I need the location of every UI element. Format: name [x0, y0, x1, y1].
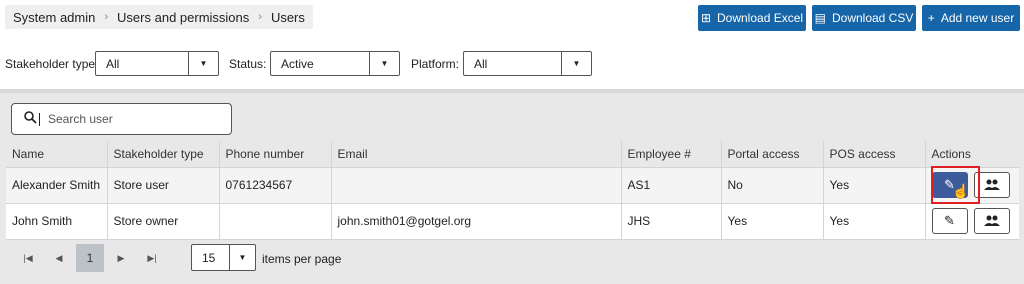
platform-value: All	[474, 56, 488, 71]
chevron-down-icon[interactable]: ▼	[188, 52, 218, 75]
stakeholder-type-value: All	[106, 56, 120, 71]
breadcrumb: System admin › Users and permissions › U…	[5, 5, 313, 29]
chevron-down-icon[interactable]: ▼	[561, 52, 591, 75]
status-select[interactable]: Active ▼	[270, 51, 400, 76]
hand-cursor-icon: ☝	[952, 183, 970, 199]
column-header-portal[interactable]: Portal access	[721, 141, 824, 167]
user-roles-button[interactable]	[973, 208, 1010, 234]
breadcrumb-system-admin[interactable]: System admin	[13, 10, 95, 25]
download-csv-button[interactable]: ▤ Download CSV	[812, 5, 916, 31]
platform-select[interactable]: All ▼	[463, 51, 592, 76]
cell-portal: Yes	[721, 202, 824, 240]
chevron-down-icon[interactable]: ▼	[229, 245, 255, 270]
add-user-button[interactable]: + Add new user	[922, 5, 1020, 31]
chevron-down-icon[interactable]: ▼	[369, 52, 399, 75]
pencil-icon: ✎	[944, 213, 955, 228]
platform-label: Platform:	[411, 57, 460, 71]
stakeholder-type-label: Stakeholder type:	[5, 57, 99, 71]
cell-name: Alexander Smith	[6, 166, 108, 203]
column-header-phone[interactable]: Phone number	[219, 141, 332, 167]
previous-page-icon[interactable]: ◀	[45, 244, 73, 272]
cell-phone	[219, 202, 332, 240]
cell-email	[331, 166, 622, 203]
people-icon	[983, 215, 1000, 226]
add-user-label: Add new user	[940, 11, 1015, 25]
cell-pos: Yes	[823, 202, 926, 240]
grid-icon: ⊞	[700, 11, 711, 25]
status-label: Status:	[229, 57, 267, 71]
cell-stakeholder: Store user	[107, 166, 220, 203]
breadcrumb-users-permissions[interactable]: Users and permissions	[117, 10, 249, 25]
cell-actions: ✎	[925, 166, 1019, 203]
cell-email: john.smith01@gotgel.org	[331, 202, 622, 240]
column-header-stakeholder[interactable]: Stakeholder type	[107, 141, 220, 167]
items-per-page-select[interactable]: 15 ▼	[191, 244, 256, 271]
stakeholder-type-select[interactable]: All ▼	[95, 51, 219, 76]
column-header-pos[interactable]: POS access	[823, 141, 926, 167]
status-value: Active	[281, 56, 314, 71]
items-per-page-value: 15	[202, 250, 216, 265]
cell-employee: AS1	[621, 166, 722, 203]
column-header-name[interactable]: Name	[6, 141, 108, 167]
next-page-icon[interactable]: ▶	[107, 244, 135, 272]
column-header-actions: Actions	[925, 141, 1019, 167]
table-row[interactable]: John Smith Store owner john.smith01@gotg…	[6, 202, 1019, 240]
last-page-icon[interactable]: ▶|	[138, 244, 166, 272]
text-caret	[39, 112, 40, 126]
user-roles-button[interactable]	[973, 172, 1010, 198]
cell-phone: 0761234567	[219, 166, 332, 203]
chevron-right-icon: ›	[104, 11, 109, 23]
cell-employee: JHS	[621, 202, 722, 240]
cell-portal: No	[721, 166, 824, 203]
plus-icon: +	[927, 11, 935, 25]
table-header-row: Name Stakeholder type Phone number Email…	[6, 141, 1019, 167]
cell-actions: ✎	[925, 202, 1019, 240]
document-icon: ▤	[814, 11, 826, 25]
download-excel-button[interactable]: ⊞ Download Excel	[698, 5, 806, 31]
search-icon	[24, 111, 37, 127]
search-input[interactable]	[48, 112, 218, 126]
download-excel-label: Download Excel	[717, 11, 804, 25]
cell-pos: Yes	[823, 166, 926, 203]
cell-stakeholder: Store owner	[107, 202, 220, 240]
page-number[interactable]: 1	[76, 244, 104, 272]
people-icon	[983, 179, 1000, 190]
cell-name: John Smith	[6, 202, 108, 240]
download-csv-label: Download CSV	[831, 11, 914, 25]
breadcrumb-users: Users	[270, 9, 305, 25]
search-box[interactable]	[11, 103, 232, 135]
users-table: Name Stakeholder type Phone number Email…	[6, 141, 1019, 240]
column-header-email[interactable]: Email	[331, 141, 622, 167]
edit-user-button[interactable]: ✎	[931, 208, 968, 234]
chevron-right-icon: ›	[258, 11, 262, 23]
items-per-page-label: items per page	[262, 252, 342, 266]
first-page-icon[interactable]: |◀	[14, 244, 42, 272]
column-header-employee[interactable]: Employee #	[621, 141, 722, 167]
pagination: |◀ ◀ 1 ▶ ▶|	[14, 244, 169, 272]
table-row[interactable]: Alexander Smith Store user 0761234567 AS…	[6, 166, 1019, 203]
